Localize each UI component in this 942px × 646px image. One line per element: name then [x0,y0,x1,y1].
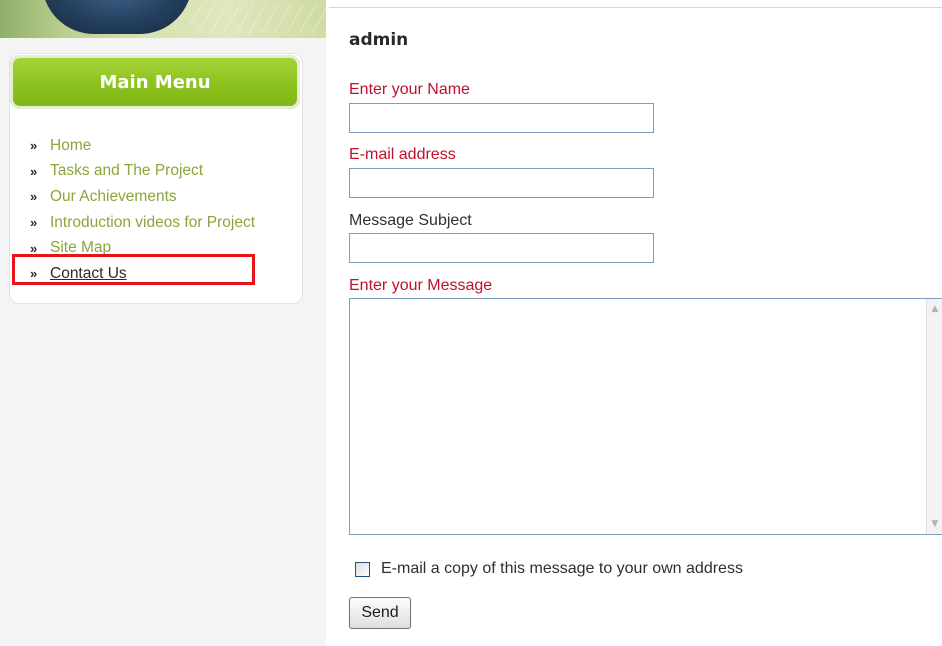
scroll-down-arrow-icon[interactable]: ▼ [927,516,942,532]
email-copy-checkbox[interactable] [355,561,370,577]
email-copy-row: E-mail a copy of this message to your ow… [355,560,743,578]
menu-item-tasks-and-the-project[interactable]: » Tasks and The Project [30,159,255,185]
email-input[interactable] [349,168,654,198]
subject-input[interactable] [349,233,654,263]
menu-item-our-achievements[interactable]: » Our Achievements [30,184,255,210]
send-button[interactable]: Send [349,597,411,629]
double-chevron-icon: » [30,163,38,179]
menu-item-introduction-videos[interactable]: » Introduction videos for Project [30,210,255,236]
left-column: Main Menu » Home » Tasks and The Project… [0,0,326,646]
message-scrollbar[interactable]: ▲ ▼ [926,299,942,534]
double-chevron-icon: » [30,189,38,205]
subject-field-label: Message Subject [349,212,472,229]
contact-author-name: admin [349,30,409,50]
menu-item-label[interactable]: Tasks and The Project [50,162,203,180]
main-menu-title: Main Menu [10,55,300,109]
double-chevron-icon: » [30,215,38,231]
menu-item-label[interactable]: Home [50,137,91,155]
menu-item-label[interactable]: Our Achievements [50,188,177,206]
message-textarea[interactable] [349,298,942,535]
banner-globe-graphic [42,0,192,34]
menu-item-label[interactable]: Introduction videos for Project [50,214,255,232]
banner-pattern [190,4,326,34]
email-field-label: E-mail address [349,146,456,163]
scroll-up-arrow-icon[interactable]: ▲ [927,301,942,317]
name-input[interactable] [349,103,654,133]
double-chevron-icon: » [30,138,38,154]
header-banner-image [0,0,326,38]
email-copy-label[interactable]: E-mail a copy of this message to your ow… [381,560,743,578]
name-field-label: Enter your Name [349,81,470,98]
top-divider [329,0,942,8]
message-field-label: Enter your Message [349,277,493,294]
contact-us-highlight-box [12,254,255,285]
menu-item-home[interactable]: » Home [30,133,255,159]
